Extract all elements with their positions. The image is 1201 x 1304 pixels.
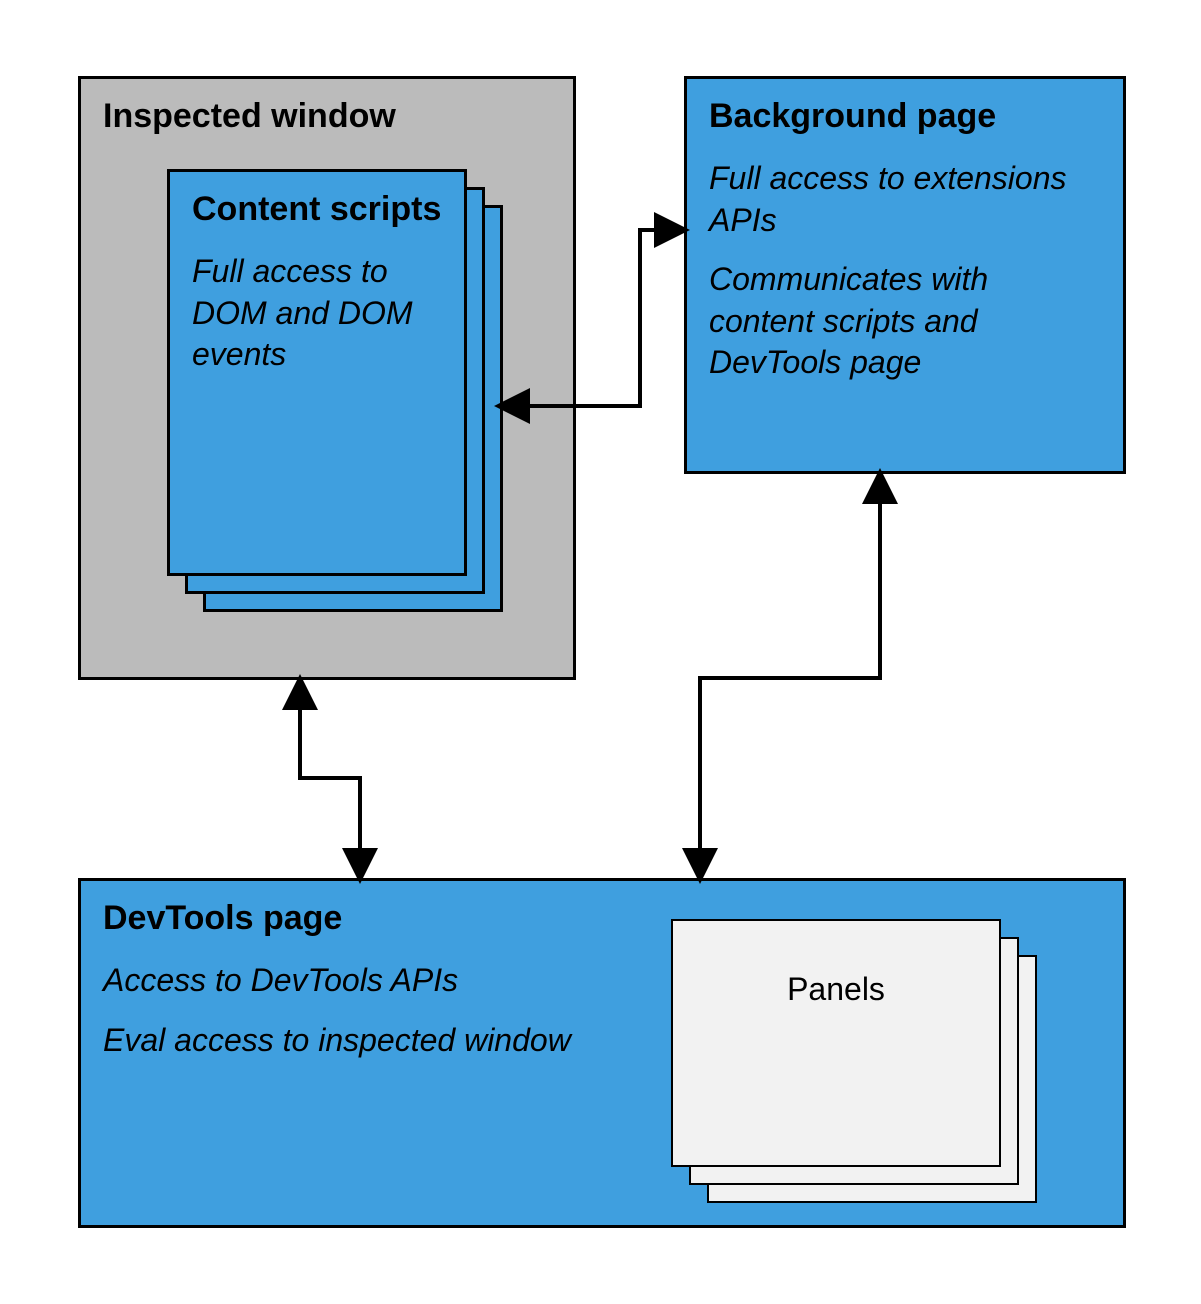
devtools-desc1: Access to DevTools APIs bbox=[103, 960, 703, 1002]
panels-label: Panels bbox=[673, 921, 999, 1008]
devtools-desc2: Eval access to inspected window bbox=[103, 1020, 703, 1062]
arrow-inspected-to-devtools bbox=[300, 680, 360, 878]
inspected-window-box: Inspected window Content scripts Full ac… bbox=[78, 76, 576, 680]
background-desc2: Communicates with content scripts and De… bbox=[709, 259, 1101, 384]
background-page-desc: Full access to extensions APIs Communica… bbox=[687, 158, 1123, 384]
content-scripts-sheet-front: Content scripts Full access to DOM and D… bbox=[167, 169, 467, 576]
content-scripts-title: Content scripts bbox=[170, 172, 464, 233]
panels-sheet-front: Panels bbox=[671, 919, 1001, 1167]
devtools-page-desc: Access to DevTools APIs Eval access to i… bbox=[81, 960, 725, 1061]
inspected-window-title: Inspected window bbox=[81, 79, 573, 140]
devtools-page-box: DevTools page Access to DevTools APIs Ev… bbox=[78, 878, 1126, 1228]
content-scripts-desc: Full access to DOM and DOM events bbox=[170, 251, 464, 376]
content-scripts-desc-text: Full access to DOM and DOM events bbox=[192, 251, 442, 376]
background-page-box: Background page Full access to extension… bbox=[684, 76, 1126, 474]
arrow-background-to-devtools bbox=[700, 474, 880, 878]
background-page-title: Background page bbox=[687, 79, 1123, 140]
diagram-canvas: Inspected window Content scripts Full ac… bbox=[0, 0, 1201, 1304]
background-desc1: Full access to extensions APIs bbox=[709, 158, 1101, 241]
